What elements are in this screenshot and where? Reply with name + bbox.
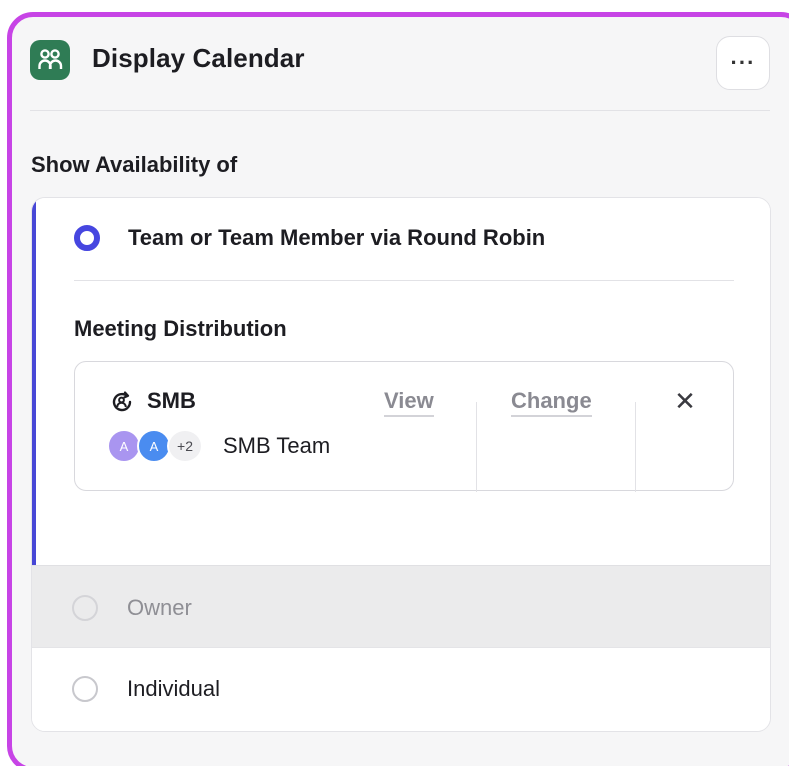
option-round-robin[interactable]: Team or Team Member via Round Robin Meet… <box>32 198 770 565</box>
avatar: A <box>137 429 171 463</box>
distribution-card: SMB A A +2 SMB Team View Change ✕ <box>74 361 734 492</box>
people-icon <box>30 40 70 80</box>
close-icon[interactable]: ✕ <box>670 386 700 416</box>
change-button[interactable]: Change <box>511 388 592 417</box>
radio-owner[interactable] <box>72 595 98 621</box>
availability-label: Show Availability of <box>31 152 238 177</box>
radio-round-robin[interactable] <box>74 225 100 251</box>
more-options-button[interactable]: ··· <box>716 36 770 90</box>
option-owner-label: Owner <box>127 595 192 620</box>
distribution-group-name: SMB <box>147 388 196 413</box>
option-individual[interactable]: Individual <box>32 647 770 731</box>
team-name: SMB Team <box>223 433 331 458</box>
option-round-robin-label: Team or Team Member via Round Robin <box>128 225 546 250</box>
divider <box>476 402 477 492</box>
option-individual-label: Individual <box>127 676 220 701</box>
option-divider <box>74 280 734 281</box>
avatar: A <box>107 429 141 463</box>
availability-options: Team or Team Member via Round Robin Meet… <box>31 197 771 732</box>
round-robin-icon <box>112 391 132 412</box>
divider <box>635 402 636 492</box>
radio-individual[interactable] <box>72 676 98 702</box>
page-title: Display Calendar <box>92 43 305 73</box>
meeting-distribution-label: Meeting Distribution <box>74 316 287 341</box>
avatar-more-count: +2 <box>167 429 203 463</box>
view-button[interactable]: View <box>384 388 434 417</box>
panel-header: Display Calendar ··· <box>27 36 770 108</box>
header-divider <box>30 110 770 111</box>
option-owner[interactable]: Owner <box>32 565 770 647</box>
